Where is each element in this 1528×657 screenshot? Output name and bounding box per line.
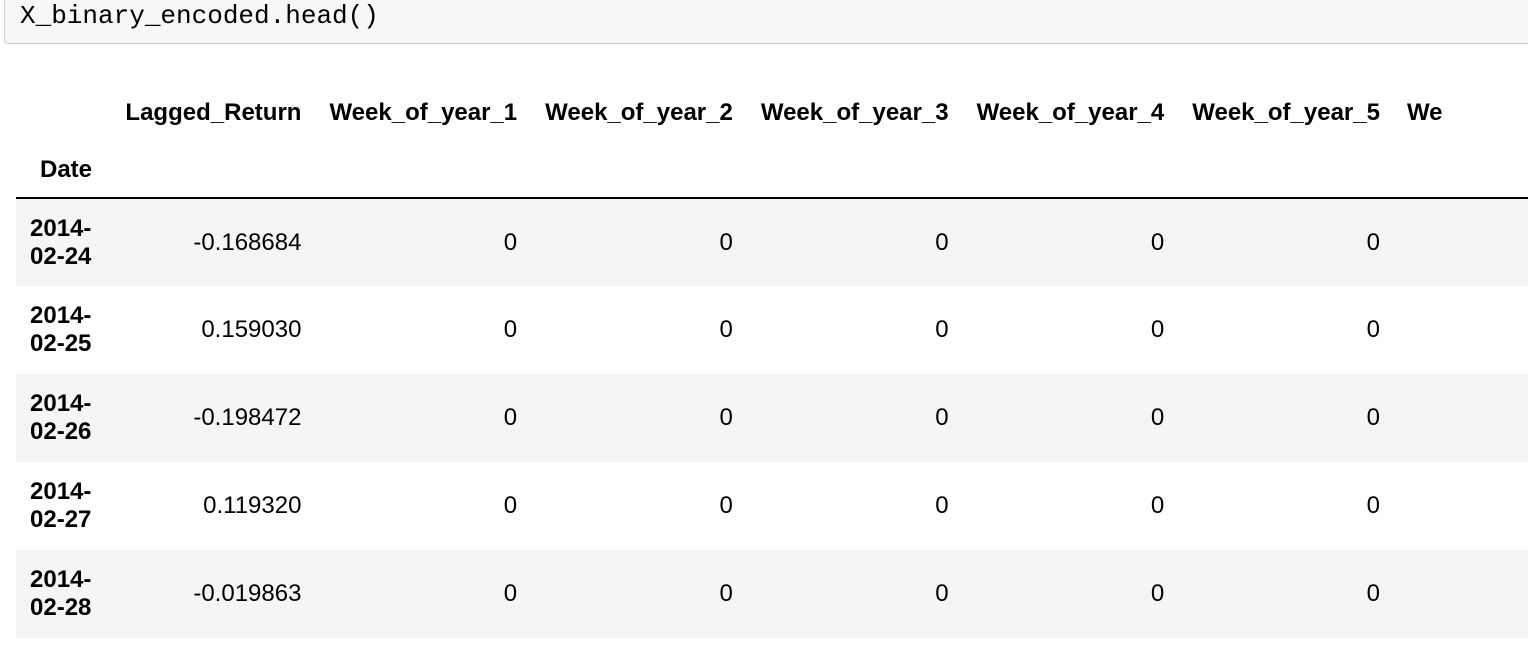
table-cell: -0.198472 — [193, 404, 302, 431]
table-cell: 0 — [1150, 580, 1165, 607]
table-row: 2014-02-27 0.119320 0 0 0 0 0 — [16, 462, 1528, 550]
table-cell: 0 — [1150, 492, 1165, 519]
table-cell: 0.159030 — [201, 316, 302, 343]
index-name: Date — [40, 155, 93, 183]
table-row: 2014-02-26 -0.198472 0 0 0 0 0 — [16, 374, 1528, 462]
row-index: 2014-02-24 — [30, 214, 92, 270]
column-header-truncated: We — [1406, 99, 1443, 126]
table-cell: 0 — [503, 316, 518, 343]
row-index: 2014-02-28 — [30, 566, 92, 621]
table-cell: 0 — [503, 492, 518, 519]
table-cell: 0 — [935, 316, 949, 343]
table-cell: 0 — [1366, 404, 1380, 431]
table-cell: 0 — [935, 492, 949, 519]
cell-output: Lagged_Return Week_of_year_1 Week_of_yea… — [16, 84, 1528, 638]
table-cell: 0 — [503, 580, 518, 607]
column-header: Week_of_year_1 — [329, 99, 518, 126]
table-cell: 0 — [1150, 404, 1165, 431]
column-header: Lagged_Return — [125, 99, 302, 126]
table-cell: 0 — [935, 404, 949, 431]
table-row: 2014-02-28 -0.019863 0 0 0 0 0 — [16, 550, 1528, 638]
column-header: Week_of_year_3 — [760, 99, 949, 126]
table-cell: -0.168684 — [193, 228, 302, 256]
table-row: 2014-02-24 -0.168684 0 0 0 0 0 — [16, 198, 1528, 286]
table-cell: 0 — [719, 404, 733, 431]
table-cell: 0 — [1366, 228, 1380, 256]
table-cell: 0 — [1150, 316, 1165, 343]
row-index: 2014-02-27 — [30, 478, 92, 533]
table-cell: 0.119320 — [203, 492, 302, 519]
table-cell: 0 — [503, 228, 518, 256]
table-cell: 0 — [503, 404, 518, 431]
table-cell: 0 — [719, 580, 733, 607]
table-cell: 0 — [1150, 228, 1165, 256]
row-index: 2014-02-26 — [30, 390, 92, 445]
table-cell: 0 — [1366, 492, 1380, 519]
column-header: Week_of_year_2 — [545, 99, 733, 126]
code-cell-input[interactable]: X_binary_encoded.head() — [4, 0, 1528, 44]
code-text: X_binary_encoded.head() — [20, 1, 379, 31]
corner-cell — [16, 84, 115, 142]
table-cell: 0 — [719, 316, 733, 343]
table-cell: 0 — [935, 228, 949, 256]
row-index: 2014-02-25 — [30, 302, 92, 357]
table-cell: 0 — [719, 492, 733, 519]
table-cell: 0 — [1366, 316, 1380, 343]
dataframe-table: Lagged_Return Week_of_year_1 Week_of_yea… — [16, 84, 1528, 638]
index-name-row: Date — [16, 142, 1528, 198]
column-header: Week_of_year_5 — [1192, 99, 1380, 126]
column-header: Week_of_year_4 — [976, 99, 1165, 126]
table-cell: 0 — [1366, 580, 1380, 607]
table-cell: -0.019863 — [193, 580, 302, 607]
table-cell: 0 — [719, 228, 733, 256]
column-header-row: Lagged_Return Week_of_year_1 Week_of_yea… — [16, 84, 1528, 142]
table-row: 2014-02-25 0.159030 0 0 0 0 0 — [16, 286, 1528, 374]
table-cell: 0 — [935, 580, 949, 607]
